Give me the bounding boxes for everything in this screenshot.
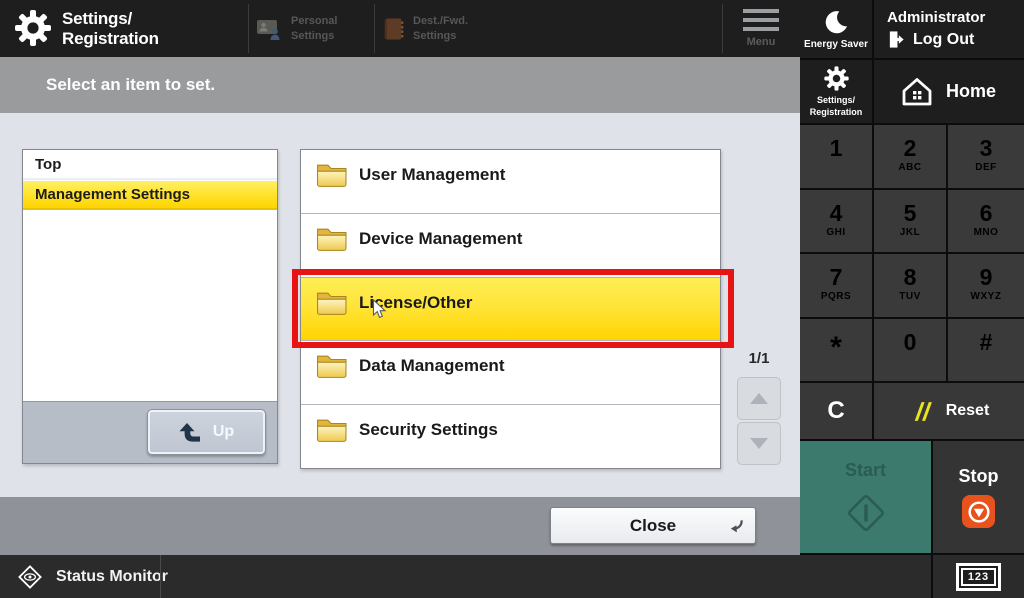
settings-gear-icon — [13, 8, 53, 48]
status-monitor-icon — [16, 563, 44, 591]
list-item-device-management[interactable]: Device Management — [301, 214, 720, 278]
tab-dest-fwd-settings[interactable]: Dest./Fwd. Settings — [382, 0, 468, 57]
energy-saver-button[interactable]: Energy Saver — [800, 0, 872, 58]
folder-icon — [316, 290, 347, 315]
personal-settings-icon — [256, 17, 282, 41]
up-button-label: Up — [213, 423, 234, 441]
list-item-label: License/Other — [359, 293, 472, 313]
gear-icon — [823, 65, 850, 92]
reset-button-label: Reset — [946, 402, 990, 420]
key-hash[interactable]: # — [948, 319, 1024, 382]
scroll-up-button[interactable] — [737, 377, 781, 420]
instruction-bar: Select an item to set. — [0, 57, 800, 113]
device-touchscreen: Settings/ Registration Personal Settings… — [0, 0, 1024, 598]
scroll-down-button[interactable] — [737, 422, 781, 465]
key-0[interactable]: 0 — [874, 319, 946, 382]
triangle-down-icon — [750, 438, 768, 449]
page-indicator: 1/1 — [737, 350, 781, 367]
key-star[interactable]: * — [800, 319, 872, 382]
account-name: Administrator — [887, 9, 1024, 26]
key-1[interactable]: 1 — [800, 125, 872, 188]
triangle-up-icon — [750, 393, 768, 404]
keyboard-123-icon: 123 — [956, 563, 1001, 591]
address-book-icon — [382, 17, 404, 41]
key-2[interactable]: 2ABC — [874, 125, 946, 188]
folder-icon — [316, 353, 347, 378]
list-item-security-settings[interactable]: Security Settings — [301, 405, 720, 468]
settings-registration-button[interactable]: Settings/ Registration — [800, 60, 872, 123]
numeric-keypad: 1 2ABC 3DEF 4GHI 5JKL 6MNO 7PQRS 8TUV 9W… — [800, 125, 1024, 381]
main-area: Top Management Settings Up User Manageme… — [0, 113, 800, 497]
home-button[interactable]: Home — [874, 60, 1024, 123]
key-4[interactable]: 4GHI — [800, 190, 872, 253]
list-item-label: User Management — [359, 165, 505, 185]
up-arrow-icon — [179, 423, 201, 442]
key-8[interactable]: 8TUV — [874, 254, 946, 317]
breadcrumb-panel: Top Management Settings Up — [22, 149, 278, 464]
close-button[interactable]: Close — [550, 507, 756, 544]
up-button[interactable]: Up — [147, 409, 266, 455]
top-bar: Settings/ Registration Personal Settings… — [0, 0, 800, 57]
home-icon — [901, 77, 933, 107]
start-button[interactable]: Start — [800, 441, 931, 553]
folder-list: User Management Device Management Licens… — [300, 149, 721, 469]
list-item-label: Data Management — [359, 356, 504, 376]
start-diamond-icon — [844, 491, 888, 535]
menu-button[interactable]: Menu — [722, 0, 800, 57]
tab-personal-settings[interactable]: Personal Settings — [256, 0, 337, 57]
close-bar: Close — [0, 497, 800, 555]
status-bar: Status Monitor — [0, 555, 800, 598]
folder-icon — [316, 417, 347, 442]
close-button-label: Close — [630, 516, 676, 536]
return-arrow-icon — [727, 519, 744, 534]
list-item-label: Security Settings — [359, 420, 498, 440]
list-item-license-other[interactable]: License/Other — [301, 278, 720, 342]
page-title: Settings/ Registration — [62, 9, 159, 50]
list-item-label: Device Management — [359, 229, 522, 249]
instruction-text: Select an item to set. — [46, 75, 215, 95]
clear-button-label: C — [827, 397, 844, 425]
stop-sign-icon — [962, 495, 995, 528]
nav-list: Top Management Settings — [23, 150, 277, 402]
list-item-user-management[interactable]: User Management — [301, 150, 720, 214]
stop-button[interactable]: Stop — [933, 441, 1024, 553]
divider — [248, 4, 249, 53]
stop-button-label: Stop — [959, 466, 999, 487]
control-panel: Energy Saver Administrator Log Out Setti… — [800, 0, 1024, 598]
control-panel-spacer — [800, 555, 931, 598]
energy-saver-label: Energy Saver — [804, 39, 868, 50]
key-7[interactable]: 7PQRS — [800, 254, 872, 317]
status-monitor-label[interactable]: Status Monitor — [56, 568, 168, 586]
list-item-data-management[interactable]: Data Management — [301, 341, 720, 405]
logout-button[interactable]: Administrator Log Out — [874, 0, 1024, 58]
divider — [160, 555, 161, 598]
nav-item-management-settings[interactable]: Management Settings — [23, 180, 277, 210]
clear-button[interactable]: C — [800, 383, 872, 439]
folder-icon — [316, 226, 347, 251]
tab-label: Personal Settings — [291, 14, 337, 43]
reset-button[interactable]: Reset — [874, 383, 1024, 439]
start-button-label: Start — [845, 460, 886, 481]
menu-label: Menu — [747, 36, 776, 48]
logout-door-icon — [887, 30, 906, 49]
key-3[interactable]: 3DEF — [948, 125, 1024, 188]
key-6[interactable]: 6MNO — [948, 190, 1024, 253]
logout-label: Log Out — [913, 31, 974, 49]
key-9[interactable]: 9WXYZ — [948, 254, 1024, 317]
double-slash-icon — [909, 402, 934, 421]
crescent-moon-icon — [823, 9, 849, 36]
divider — [374, 4, 375, 53]
nav-item-top[interactable]: Top — [23, 150, 277, 180]
home-label: Home — [946, 81, 996, 102]
folder-icon — [316, 162, 347, 187]
settings-registration-label: Settings/ Registration — [810, 95, 863, 118]
key-5[interactable]: 5JKL — [874, 190, 946, 253]
hamburger-menu-icon — [743, 9, 779, 31]
nav-panel-footer: Up — [23, 402, 277, 462]
numeric-keyboard-toggle[interactable]: 123 — [933, 555, 1024, 598]
tab-label: Dest./Fwd. Settings — [413, 14, 468, 43]
